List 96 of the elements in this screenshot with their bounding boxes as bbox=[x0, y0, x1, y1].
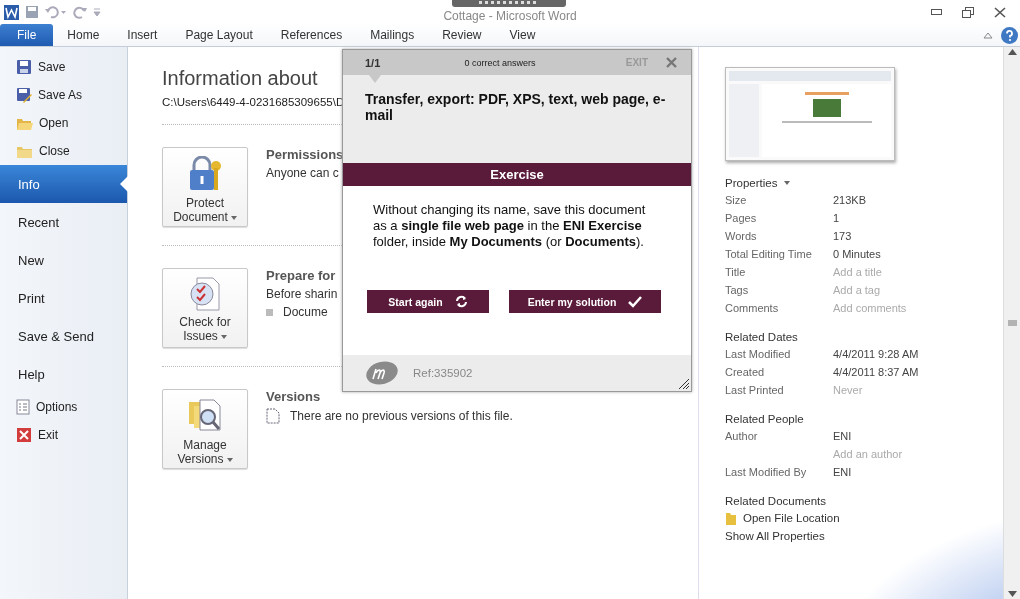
backstage-tab[interactable]: Recent bbox=[0, 203, 127, 241]
property-value: 0 Minutes bbox=[833, 248, 881, 260]
save-icon[interactable] bbox=[25, 5, 39, 19]
info-action-button[interactable]: Manage Versions bbox=[162, 389, 248, 469]
caret-icon bbox=[226, 457, 233, 462]
section-title: Prepare for bbox=[266, 268, 337, 283]
property-label: Pages bbox=[725, 212, 757, 224]
score-text: 0 correct answers bbox=[463, 57, 537, 68]
minimize-icon[interactable] bbox=[931, 6, 942, 18]
customize-toolbar-icon[interactable] bbox=[93, 7, 101, 17]
info-action-button[interactable]: Protect Document bbox=[162, 147, 248, 227]
property-label: Author bbox=[725, 430, 758, 442]
document-list-icon bbox=[16, 399, 30, 415]
section-title: Versions bbox=[266, 389, 322, 404]
checklist-document-icon bbox=[189, 277, 221, 311]
group-heading: Related Documents bbox=[725, 495, 826, 507]
property-value: ENI bbox=[833, 430, 852, 442]
versions-note: There are no previous versions of this file. bbox=[290, 409, 513, 423]
help-icon[interactable] bbox=[1001, 26, 1018, 44]
exercise-button[interactable]: Enter my solution bbox=[509, 290, 661, 313]
undo-icon[interactable] bbox=[45, 5, 67, 19]
property-label: Last Modified By bbox=[725, 466, 807, 478]
group-heading[interactable]: Properties bbox=[725, 177, 778, 189]
backstage-command[interactable]: Exit bbox=[0, 421, 127, 449]
section-title: Permissions bbox=[266, 147, 344, 162]
property-value: 4/4/2011 8:37 AM bbox=[833, 366, 919, 378]
ribbon-tab[interactable]: Review bbox=[428, 24, 496, 46]
page-heading: Information about bbox=[162, 67, 318, 90]
exercise-instructions: Without changing its name, save this document as a single file web page in the ENI Exercise folder, inside My Documents (or Documents). bbox=[373, 202, 646, 249]
property-label: Tags bbox=[725, 284, 749, 296]
property-label: Last Printed bbox=[725, 384, 784, 396]
scroll-bar[interactable] bbox=[1003, 47, 1020, 599]
ribbon-tab[interactable]: Home bbox=[53, 24, 114, 46]
m-logo-icon bbox=[365, 361, 399, 385]
backstage-tab[interactable]: Save & Send bbox=[0, 317, 127, 355]
restore-icon[interactable] bbox=[962, 6, 974, 18]
refresh-icon bbox=[454, 295, 468, 308]
backstage-command[interactable]: Close bbox=[0, 137, 127, 165]
folder-icon bbox=[725, 510, 737, 526]
document-link[interactable]: Open File Location bbox=[725, 509, 1003, 527]
word-logo-icon bbox=[4, 4, 19, 20]
backstage-tab[interactable]: Print bbox=[0, 279, 127, 317]
group-heading: Related Dates bbox=[725, 331, 798, 343]
documents-magnifier-icon bbox=[188, 398, 222, 434]
property-value: 4/4/2011 9:28 AM bbox=[833, 348, 919, 360]
ribbon-tab[interactable]: References bbox=[266, 24, 357, 46]
floppy-pencil-icon bbox=[16, 87, 32, 103]
close-icon[interactable] bbox=[994, 6, 1006, 18]
backstage-command[interactable]: Save bbox=[0, 53, 127, 81]
section-description: Anyone can c bbox=[266, 166, 339, 180]
window-title: Cottage - Microsoft Word bbox=[443, 9, 577, 23]
drag-handle[interactable] bbox=[452, 0, 566, 7]
collapse-ribbon-icon[interactable] bbox=[983, 31, 993, 39]
resize-grip-icon[interactable] bbox=[679, 379, 689, 389]
backstage-tab[interactable]: New bbox=[0, 241, 127, 279]
reference-number: Ref:335902 bbox=[413, 367, 473, 379]
backstage-command[interactable]: Options bbox=[0, 393, 127, 421]
ribbon-tab[interactable]: File bbox=[0, 24, 54, 46]
checkmark-icon bbox=[628, 295, 643, 308]
group-heading: Related People bbox=[725, 413, 804, 425]
backstage-command[interactable]: Save As bbox=[0, 81, 127, 109]
property-value: 173 bbox=[833, 230, 852, 242]
section-description: Before sharin bbox=[266, 287, 338, 301]
bullet-text: Docume bbox=[283, 305, 328, 319]
redo-icon[interactable] bbox=[73, 5, 87, 19]
exercise-button[interactable]: Start again bbox=[367, 290, 489, 313]
caret-icon bbox=[220, 334, 227, 339]
close-icon bbox=[16, 427, 32, 443]
backstage-tab[interactable]: Help bbox=[0, 355, 127, 393]
caret-icon bbox=[230, 215, 237, 220]
dashed-document-icon bbox=[266, 408, 280, 424]
ribbon-tab[interactable]: View bbox=[495, 24, 550, 46]
bullet-square-icon bbox=[266, 308, 273, 316]
backstage-tab[interactable]: Info bbox=[0, 165, 127, 203]
document-link[interactable]: Show All Properties bbox=[725, 527, 1003, 545]
caret-icon bbox=[784, 181, 791, 185]
ribbon-tab[interactable]: Page Layout bbox=[171, 24, 267, 46]
question-counter: 1/1 bbox=[365, 56, 381, 69]
property-value: ENI bbox=[833, 466, 852, 478]
property-label: Total Editing Time bbox=[725, 248, 812, 260]
backstage-command[interactable]: Open bbox=[0, 109, 127, 137]
ribbon-tab[interactable]: Insert bbox=[113, 24, 172, 46]
property-label: Comments bbox=[725, 302, 779, 314]
info-action-button[interactable]: Check for Issues bbox=[162, 268, 248, 348]
exercise-topic: Transfer, export: PDF, XPS, text, web page, e-mail bbox=[365, 91, 666, 123]
property-label: Size bbox=[725, 194, 747, 206]
property-value: 213KB bbox=[833, 194, 867, 206]
property-label: Last Modified bbox=[725, 348, 791, 360]
exercise-band: Exercise bbox=[343, 163, 691, 186]
ribbon-tab[interactable]: Mailings bbox=[356, 24, 429, 46]
property-label: Words bbox=[725, 230, 757, 242]
property-label: Title bbox=[725, 266, 746, 278]
property-value: 1 bbox=[833, 212, 840, 224]
padlock-key-icon bbox=[188, 156, 222, 192]
property-label: Created bbox=[725, 366, 765, 378]
file-path: C:\Users\6449-4-0231685309655\D bbox=[162, 96, 345, 108]
